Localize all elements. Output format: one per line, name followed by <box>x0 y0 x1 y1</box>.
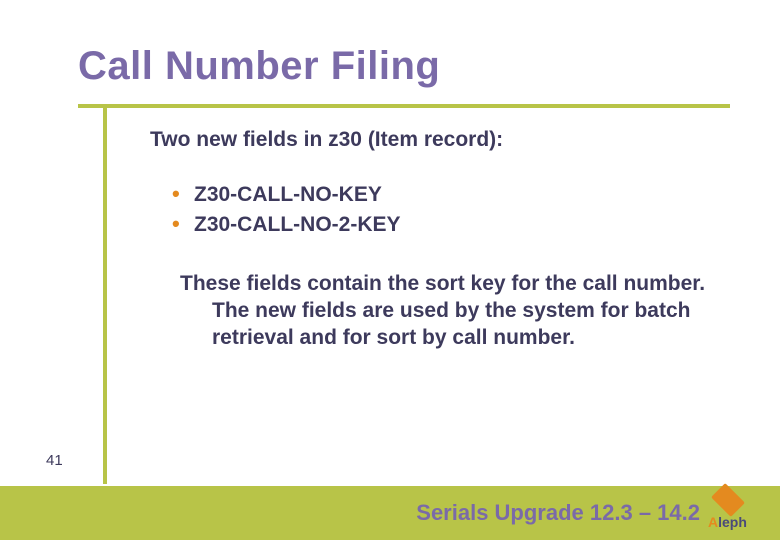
slide: Call Number Filing Two new fields in z30… <box>0 0 780 540</box>
bullet-text: Z30-CALL-NO-2-KEY <box>194 211 401 238</box>
slide-content: Two new fields in z30 (Item record): • Z… <box>150 126 730 352</box>
description-text: These fields contain the sort key for th… <box>150 270 730 352</box>
logo-letter-rest: leph <box>718 514 747 530</box>
logo-letter-a: A <box>708 514 718 530</box>
logo-text: Aleph <box>708 514 747 530</box>
title-underline <box>78 104 730 108</box>
list-item: • Z30-CALL-NO-KEY <box>172 181 730 208</box>
list-item: • Z30-CALL-NO-2-KEY <box>172 211 730 238</box>
slide-title: Call Number Filing <box>78 44 440 89</box>
footer-text: Serials Upgrade 12.3 – 14.2 <box>416 500 700 526</box>
bullet-list: • Z30-CALL-NO-KEY • Z30-CALL-NO-2-KEY <box>150 181 730 238</box>
bullet-icon: • <box>172 213 194 235</box>
footer-bar: Serials Upgrade 12.3 – 14.2 <box>0 486 780 540</box>
aleph-logo: Aleph <box>708 494 770 530</box>
bullet-text: Z30-CALL-NO-KEY <box>194 181 382 208</box>
bullet-icon: • <box>172 183 194 205</box>
subtitle-text: Two new fields in z30 (Item record): <box>150 126 730 153</box>
vertical-rule <box>103 106 107 484</box>
slide-number: 41 <box>46 452 63 469</box>
